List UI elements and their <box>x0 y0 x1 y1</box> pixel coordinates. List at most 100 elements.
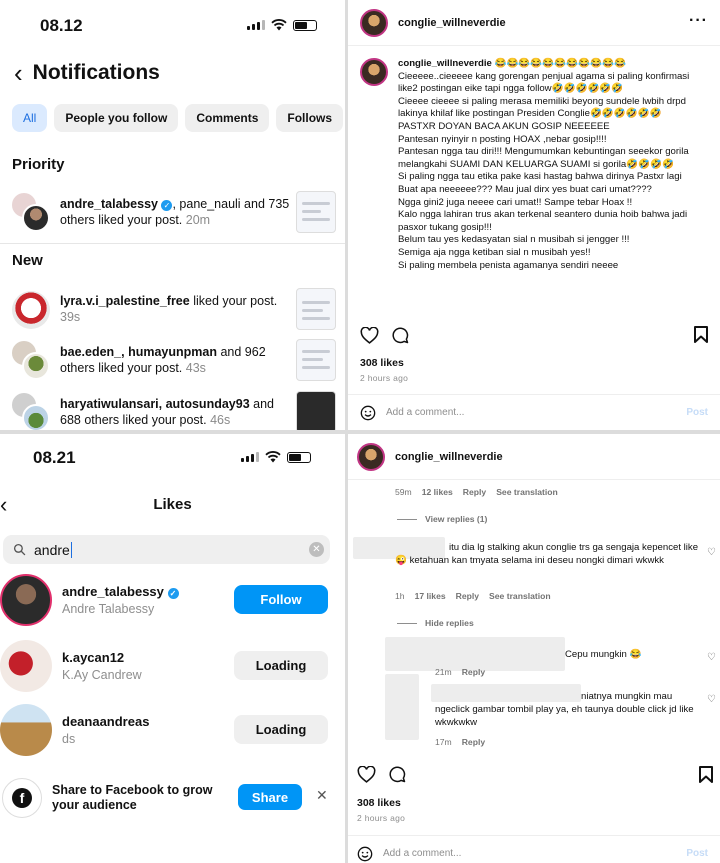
likes-screen: 08.21 ‹ Likes andre ✕ andre_talabessy ✓ … <box>0 434 345 863</box>
chip-people-you-follow[interactable]: People you follow <box>54 104 179 132</box>
comment-text: itu dia lg stalking akun conglie trs ga … <box>395 542 699 566</box>
post-header: conglie_willneverdie <box>345 434 720 480</box>
clear-search-icon[interactable]: ✕ <box>309 542 324 557</box>
avatar[interactable] <box>357 442 385 471</box>
add-comment-input[interactable]: Add a comment... <box>383 848 686 859</box>
post-thumbnail[interactable] <box>296 191 336 233</box>
avatar-stack <box>10 288 52 330</box>
notification-item-priority[interactable]: andre_talabessy ✓, pane_nauli and 735 ot… <box>10 188 336 236</box>
emoji-icon[interactable] <box>360 405 376 421</box>
facebook-icon: f <box>2 778 42 818</box>
avatar[interactable] <box>360 58 388 86</box>
avatar[interactable] <box>0 640 52 692</box>
comment-like-heart-icon[interactable]: ♡ <box>707 547 716 558</box>
share-to-facebook-row: f Share to Facebook to grow your audienc… <box>0 776 345 820</box>
battery-icon <box>293 19 317 31</box>
reply-button[interactable]: Reply <box>462 667 485 677</box>
battery-icon <box>287 451 311 463</box>
notification-item[interactable]: lyra.v.i_palestine_free liked your post.… <box>10 285 336 333</box>
comment-icon[interactable] <box>391 326 409 344</box>
comment-likes[interactable]: 12 likes <box>422 487 453 497</box>
post-username[interactable]: conglie_willneverdie <box>398 17 506 29</box>
post-time: 2 hours ago <box>357 813 406 823</box>
avatar-stack <box>10 391 52 430</box>
bookmark-icon[interactable] <box>694 326 708 343</box>
follow-button[interactable]: Follow <box>234 585 328 614</box>
bookmark-icon[interactable] <box>699 766 713 783</box>
reply-text: Cepu mungkin 😂 <box>565 649 642 660</box>
avatar[interactable] <box>0 704 52 756</box>
emoji-icon[interactable] <box>357 846 373 862</box>
post-username[interactable]: conglie_willneverdie <box>395 451 503 463</box>
comment-icon[interactable] <box>388 765 406 783</box>
post-thumbnail[interactable] <box>296 288 336 330</box>
priority-heading: Priority <box>12 156 65 173</box>
notification-text: andre_talabessy ✓, pane_nauli and 735 ot… <box>60 197 290 227</box>
panel-divider <box>0 430 720 434</box>
chip-comments[interactable]: Comments <box>185 104 270 132</box>
page-title: Likes <box>153 496 192 513</box>
reply-button[interactable]: Reply <box>456 591 479 601</box>
view-replies-button[interactable]: View replies (1) <box>397 514 487 524</box>
chip-all[interactable]: All <box>12 104 48 132</box>
notification-item[interactable]: haryatiwulansari, autosunday93 and 688 o… <box>10 388 336 430</box>
more-options-icon[interactable]: ··· <box>689 12 708 30</box>
status-time: 08.12 <box>40 16 83 35</box>
post-comment-button[interactable]: Post <box>686 848 708 859</box>
post-thumbnail[interactable] <box>296 391 336 430</box>
notification-item[interactable]: bae.eden_, humayunpman and 962 others li… <box>10 336 336 384</box>
avatar <box>22 404 50 430</box>
comment-like-heart-icon[interactable]: ♡ <box>707 652 716 663</box>
see-translation-link[interactable]: See translation <box>496 487 558 497</box>
reply-button[interactable]: Reply <box>463 487 486 497</box>
avatar-stack <box>10 339 52 381</box>
avatar-stack <box>10 191 52 233</box>
post-header: conglie_willneverdie ··· <box>348 0 720 46</box>
liker-row[interactable]: k.aycan12 K.Ay Candrew Loading <box>0 638 345 694</box>
wifi-icon <box>271 19 287 31</box>
like-heart-icon[interactable] <box>360 326 379 344</box>
post-caption: conglie_willneverdie 😂😂😂😂😂😂😂😂😂😂😂 Cieeeee… <box>360 58 710 272</box>
text-caret <box>70 541 72 558</box>
liker-row[interactable]: andre_talabessy ✓ Andre Talabessy Follow <box>0 572 345 628</box>
post-time: 2 hours ago <box>360 373 409 383</box>
search-input[interactable]: andre ✕ <box>3 535 330 564</box>
post-actions <box>360 326 409 344</box>
signal-icon <box>241 452 259 462</box>
comment-meta: 59m 12 likes Reply See translation <box>395 487 558 497</box>
add-comment-bar: Add a comment... Post <box>345 835 720 863</box>
post-caption-screen: conglie_willneverdie ··· conglie_willnev… <box>348 0 720 430</box>
post-actions <box>357 765 406 783</box>
post-comment-button[interactable]: Post <box>686 407 708 418</box>
likes-count[interactable]: 308 likes <box>360 357 404 369</box>
post-thumbnail[interactable] <box>296 339 336 381</box>
search-value: andre <box>34 541 70 558</box>
like-heart-icon[interactable] <box>357 765 376 783</box>
liker-row[interactable]: deanaandreas ds Loading <box>0 702 345 758</box>
loading-button[interactable]: Loading <box>234 715 328 744</box>
reply-meta: 21m Reply <box>435 667 486 677</box>
comment-likes[interactable]: 17 likes <box>415 591 446 601</box>
add-comment-input[interactable]: Add a comment... <box>386 407 686 418</box>
comment-like-heart-icon[interactable]: ♡ <box>707 694 716 705</box>
share-facebook-text: Share to Facebook to grow your audience <box>52 783 213 812</box>
back-chevron-icon[interactable]: ‹ <box>14 60 23 86</box>
avatar[interactable] <box>360 8 388 37</box>
divider <box>0 243 345 244</box>
post-comments-screen: conglie_willneverdie 59m 12 likes Reply … <box>345 434 720 863</box>
reply-text: niatnya mungkin mau ngeclick gambar tomb… <box>435 691 694 728</box>
chip-follows[interactable]: Follows <box>276 104 344 132</box>
reply-button[interactable]: Reply <box>462 737 485 747</box>
hide-replies-button[interactable]: Hide replies <box>397 618 474 628</box>
new-heading: New <box>12 252 43 269</box>
page-title: Notifications <box>32 61 160 84</box>
share-button[interactable]: Share <box>238 784 302 810</box>
see-translation-link[interactable]: See translation <box>489 591 551 601</box>
close-icon[interactable]: ✕ <box>316 787 328 804</box>
likes-count[interactable]: 308 likes <box>357 797 401 809</box>
notification-text: haryatiwulansari, autosunday93 and 688 o… <box>60 397 274 427</box>
comment-meta: 1h 17 likes Reply See translation <box>395 591 551 601</box>
loading-button[interactable]: Loading <box>234 651 328 680</box>
avatar <box>12 291 50 329</box>
avatar[interactable] <box>0 574 52 626</box>
